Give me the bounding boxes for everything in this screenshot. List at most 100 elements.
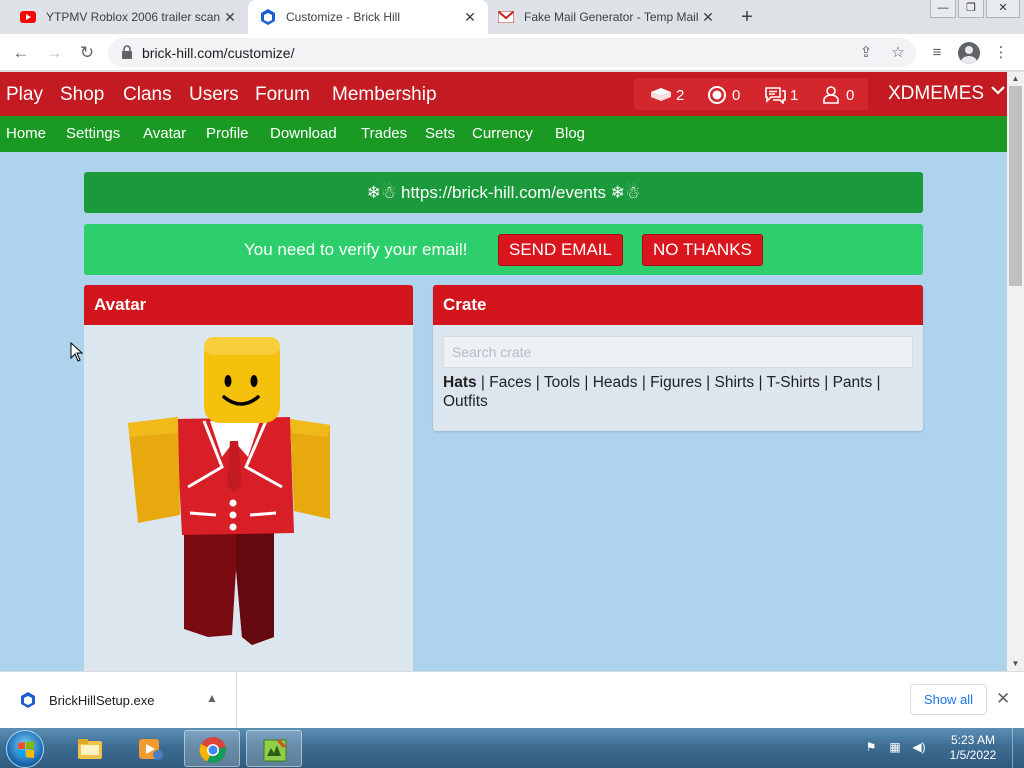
send-email-button[interactable]: SEND EMAIL: [498, 234, 623, 266]
url-text: brick-hill.com/customize/: [142, 45, 295, 61]
back-icon[interactable]: ←: [9, 41, 33, 65]
scroll-up-icon[interactable]: ▲: [1007, 72, 1024, 86]
events-banner-link[interactable]: ❄☃ https://brick-hill.com/events ❄☃: [84, 172, 923, 213]
friend-requests-stat[interactable]: 0: [820, 86, 854, 104]
downloads-shelf: BrickHillSetup.exe ▲ Show all ✕: [0, 671, 1024, 728]
nav-shop[interactable]: Shop: [60, 84, 104, 106]
editor-app-icon: [263, 739, 287, 762]
close-tab-icon[interactable]: ✕: [222, 9, 238, 25]
crate-category-hats[interactable]: Hats: [443, 374, 477, 391]
crate-category-figures[interactable]: Figures: [650, 374, 702, 391]
subnav-profile[interactable]: Profile: [206, 125, 249, 142]
avatar-preview-image: [128, 337, 330, 645]
subnav-settings[interactable]: Settings: [66, 125, 120, 142]
window-controls: — ❐ ✕: [928, 0, 1020, 18]
subnav-download[interactable]: Download: [270, 125, 337, 142]
taskbar-app-editor[interactable]: [246, 730, 302, 767]
crate-category-shirts[interactable]: Shirts: [715, 374, 755, 391]
avatar-card-title: Avatar: [84, 285, 413, 325]
menu-kebab-icon[interactable]: ⋮: [990, 42, 1012, 64]
bookmark-star-icon[interactable]: ☆: [888, 43, 908, 63]
tab-youtube[interactable]: YTPMV Roblox 2006 trailer scan ✕: [8, 0, 249, 34]
tab-title: Customize - Brick Hill: [286, 10, 401, 24]
chevron-up-icon[interactable]: ▲: [206, 691, 218, 705]
tab-title: YTPMV Roblox 2006 trailer scan: [46, 10, 221, 24]
crate-category-faces[interactable]: Faces: [489, 374, 531, 391]
clock-date: 1/5/2022: [949, 748, 997, 762]
crate-category-pants[interactable]: Pants: [833, 374, 873, 391]
taskbar-clock[interactable]: 5:23 AM 1/5/2022: [940, 733, 1006, 763]
action-center-flag-icon[interactable]: ⚑: [862, 738, 880, 756]
nav-users[interactable]: Users: [189, 84, 239, 106]
show-all-downloads-button[interactable]: Show all: [910, 684, 987, 715]
media-control-icon[interactable]: ≡: [926, 42, 948, 64]
network-icon[interactable]: ▦: [886, 738, 904, 756]
close-downloads-icon[interactable]: ✕: [996, 689, 1010, 709]
verify-email-banner: You need to verify your email! SEND EMAI…: [84, 224, 923, 275]
lock-icon: [122, 45, 132, 59]
subnav-blog[interactable]: Blog: [555, 125, 585, 142]
nav-clans[interactable]: Clans: [123, 84, 172, 106]
youtube-icon: [20, 9, 36, 25]
messages-stat[interactable]: 1: [764, 86, 798, 104]
system-tray: ⚑ ▦ ◀): [862, 738, 934, 756]
bricks-stat[interactable]: 2: [650, 86, 684, 104]
browser-toolbar: ← → ↻ brick-hill.com/customize/ ⇪ ☆ ≡ ⋮: [0, 34, 1024, 71]
minimize-icon[interactable]: —: [930, 0, 956, 18]
start-button[interactable]: [6, 730, 44, 768]
currency-stats: 2 0 1 0: [634, 78, 868, 110]
gmail-icon: [498, 9, 514, 25]
crate-category-tools[interactable]: Tools: [544, 374, 580, 391]
windows-logo-icon: [18, 741, 34, 758]
close-tab-icon[interactable]: ✕: [462, 9, 478, 25]
download-filename: BrickHillSetup.exe: [49, 693, 155, 708]
bricks-count: 2: [676, 86, 685, 104]
taskbar-media-player[interactable]: [122, 730, 178, 767]
tab-fake-mail[interactable]: Fake Mail Generator - Temp Mail ✕: [486, 0, 726, 34]
subnav-home[interactable]: Home: [6, 125, 46, 142]
forward-icon[interactable]: →: [42, 41, 66, 65]
restore-icon[interactable]: ❐: [958, 0, 984, 18]
bits-stat[interactable]: 0: [706, 86, 740, 104]
nav-membership[interactable]: Membership: [332, 84, 437, 106]
crate-card-title: Crate: [433, 285, 923, 325]
nav-play[interactable]: Play: [6, 84, 43, 106]
new-tab-button[interactable]: +: [736, 6, 758, 28]
reload-icon[interactable]: ↻: [75, 41, 99, 65]
subnav-trades[interactable]: Trades: [361, 125, 407, 142]
username-menu[interactable]: XDMEMES: [888, 83, 984, 105]
download-item[interactable]: BrickHillSetup.exe ▲: [0, 672, 237, 728]
chevron-down-icon[interactable]: [990, 83, 1006, 101]
close-tab-icon[interactable]: ✕: [700, 9, 716, 25]
page-viewport: Play Shop Clans Users Forum Membership 2…: [0, 72, 1024, 671]
avatar-card: Avatar: [84, 285, 413, 671]
bits-coin-icon: [706, 86, 728, 104]
friend-requests-count: 0: [846, 86, 855, 104]
subnav-sets[interactable]: Sets: [425, 125, 455, 142]
page-scrollbar[interactable]: ▲ ▼: [1007, 72, 1024, 671]
windows-taskbar: ⚑ ▦ ◀) 5:23 AM 1/5/2022: [0, 728, 1024, 768]
volume-icon[interactable]: ◀): [910, 738, 928, 756]
messages-count: 1: [790, 86, 799, 104]
tab-customize[interactable]: Customize - Brick Hill ✕: [248, 0, 488, 34]
subnav-avatar[interactable]: Avatar: [143, 125, 186, 142]
crate-category-t-shirts[interactable]: T-Shirts: [767, 374, 820, 391]
subnav-currency[interactable]: Currency: [472, 125, 533, 142]
profile-avatar[interactable]: [958, 42, 980, 64]
scrollbar-thumb[interactable]: [1009, 86, 1022, 286]
crate-category-outfits[interactable]: Outfits: [443, 393, 488, 410]
crate-category-heads[interactable]: Heads: [593, 374, 638, 391]
scroll-down-icon[interactable]: ▼: [1007, 657, 1024, 671]
no-thanks-button[interactable]: NO THANKS: [642, 234, 763, 266]
media-player-icon: [139, 739, 163, 760]
site-top-nav: Play Shop Clans Users Forum Membership 2…: [0, 72, 1007, 116]
brick-icon: [650, 86, 672, 104]
share-icon[interactable]: ⇪: [856, 43, 876, 63]
nav-forum[interactable]: Forum: [255, 84, 310, 106]
taskbar-chrome[interactable]: [184, 730, 240, 767]
taskbar-file-explorer[interactable]: [62, 730, 118, 767]
crate-search-input[interactable]: [443, 336, 913, 368]
show-desktop-button[interactable]: [1012, 728, 1024, 768]
close-window-icon[interactable]: ✕: [986, 0, 1020, 18]
address-bar[interactable]: brick-hill.com/customize/ ⇪ ☆: [108, 38, 916, 67]
